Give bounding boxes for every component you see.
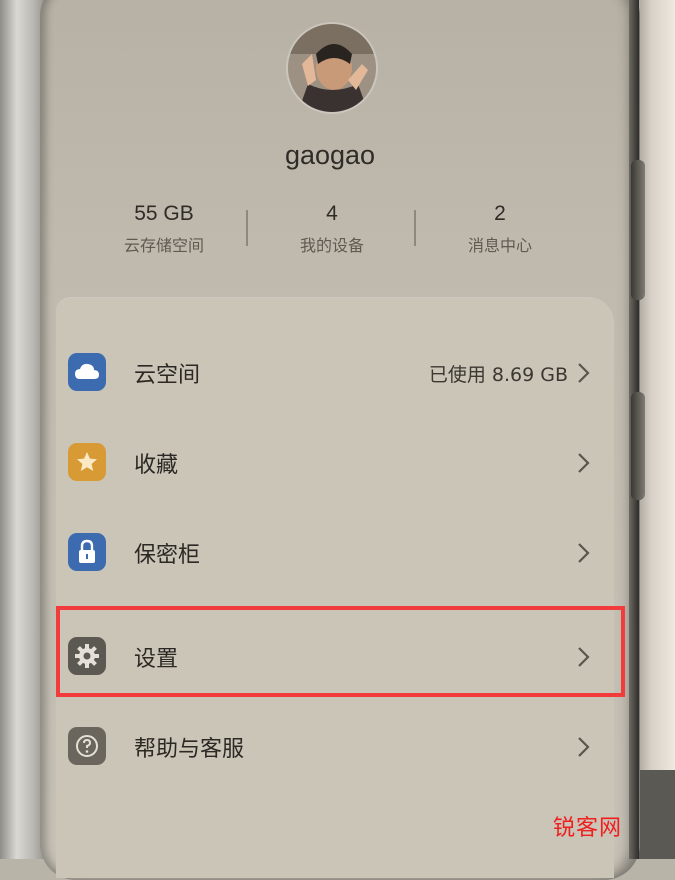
side-button-upper <box>631 160 645 300</box>
side-button-lower <box>631 392 645 500</box>
stat-value: 4 <box>326 202 338 225</box>
username: gaogao <box>284 140 376 170</box>
chevron-right-icon <box>578 453 590 473</box>
highlight-box <box>56 606 625 697</box>
menu-item-favorites[interactable]: 收藏 <box>56 420 614 506</box>
menu-item-cloud-space[interactable]: 云空间 已使用 8.69 GB <box>56 330 614 416</box>
menu-item-label: 帮助与客服 <box>134 737 245 762</box>
menu-item-safe[interactable]: 保密柜 <box>56 510 614 596</box>
cloud-icon <box>68 353 106 391</box>
stat-divider <box>246 210 248 246</box>
chevron-right-icon <box>578 737 590 757</box>
chevron-right-icon <box>578 543 590 563</box>
stat-divider <box>414 210 416 246</box>
chevron-right-icon <box>578 363 590 383</box>
stat-value: 2 <box>494 202 506 225</box>
menu-item-help[interactable]: 帮助与客服 <box>56 704 614 790</box>
star-icon <box>68 443 106 481</box>
menu-item-label: 收藏 <box>134 453 179 478</box>
stat-label: 消息中心 <box>467 236 532 255</box>
lock-icon <box>68 533 106 571</box>
stat-cloud-storage[interactable]: 55 GB 云存储空间 <box>94 202 234 256</box>
stat-messages[interactable]: 2 消息中心 <box>430 202 570 256</box>
stat-value: 55 GB <box>134 202 194 225</box>
menu-item-value: 已使用 8.69 GB <box>428 364 568 386</box>
menu-item-label: 云空间 <box>134 363 201 388</box>
menu-item-label: 保密柜 <box>134 543 201 568</box>
watermark: 锐客网 <box>553 816 623 841</box>
avatar[interactable] <box>288 24 376 112</box>
help-icon <box>68 727 106 765</box>
stat-label: 我的设备 <box>299 236 364 255</box>
stat-label: 云存储空间 <box>123 236 204 255</box>
stat-my-devices[interactable]: 4 我的设备 <box>262 202 402 256</box>
